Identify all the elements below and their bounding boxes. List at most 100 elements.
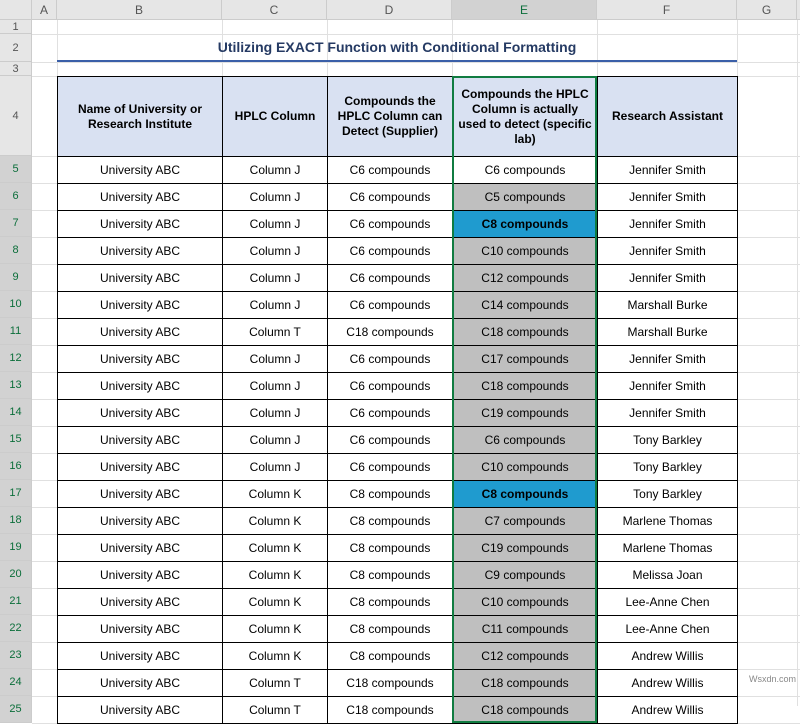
cell[interactable]: Marlene Thomas: [598, 535, 738, 562]
cell[interactable]: University ABC: [58, 265, 223, 292]
cell[interactable]: C6 compounds: [328, 400, 453, 427]
cell[interactable]: C6 compounds: [328, 265, 453, 292]
cell[interactable]: Jennifer Smith: [598, 238, 738, 265]
cell[interactable]: University ABC: [58, 616, 223, 643]
row-header-1[interactable]: 1: [0, 20, 31, 34]
cell[interactable]: C18 compounds: [453, 670, 598, 697]
cell[interactable]: Jennifer Smith: [598, 184, 738, 211]
cell[interactable]: Column J: [223, 265, 328, 292]
cell[interactable]: Column J: [223, 157, 328, 184]
cell[interactable]: Column K: [223, 643, 328, 670]
cell[interactable]: C8 compounds: [453, 481, 598, 508]
cell[interactable]: Jennifer Smith: [598, 346, 738, 373]
cell[interactable]: C12 compounds: [453, 265, 598, 292]
cell[interactable]: Column T: [223, 697, 328, 724]
col-header-a[interactable]: A: [32, 0, 57, 19]
cell[interactable]: Tony Barkley: [598, 427, 738, 454]
row-header-22[interactable]: 22: [0, 615, 31, 642]
cell[interactable]: C9 compounds: [453, 562, 598, 589]
cell[interactable]: University ABC: [58, 670, 223, 697]
cell[interactable]: C10 compounds: [453, 589, 598, 616]
cell[interactable]: C18 compounds: [328, 697, 453, 724]
row-header-17[interactable]: 17: [0, 480, 31, 507]
cell[interactable]: C18 compounds: [328, 319, 453, 346]
cell[interactable]: C8 compounds: [328, 616, 453, 643]
cell[interactable]: C6 compounds: [328, 238, 453, 265]
cell[interactable]: Jennifer Smith: [598, 157, 738, 184]
cell[interactable]: University ABC: [58, 427, 223, 454]
cell[interactable]: University ABC: [58, 319, 223, 346]
cell[interactable]: Marshall Burke: [598, 292, 738, 319]
cell[interactable]: C8 compounds: [328, 508, 453, 535]
cell[interactable]: C5 compounds: [453, 184, 598, 211]
cell[interactable]: Column K: [223, 508, 328, 535]
row-header-20[interactable]: 20: [0, 561, 31, 588]
cell[interactable]: C18 compounds: [328, 670, 453, 697]
cell[interactable]: Column J: [223, 184, 328, 211]
cell[interactable]: Marlene Thomas: [598, 508, 738, 535]
row-header-11[interactable]: 11: [0, 318, 31, 345]
cell[interactable]: Column K: [223, 481, 328, 508]
cell[interactable]: C11 compounds: [453, 616, 598, 643]
cell[interactable]: Jennifer Smith: [598, 211, 738, 238]
cell[interactable]: Column J: [223, 238, 328, 265]
cell[interactable]: C8 compounds: [328, 535, 453, 562]
cell[interactable]: Marshall Burke: [598, 319, 738, 346]
select-all-corner[interactable]: [0, 0, 32, 20]
cell[interactable]: C18 compounds: [453, 697, 598, 724]
cell[interactable]: C8 compounds: [328, 481, 453, 508]
table-header[interactable]: Research Assistant: [598, 77, 738, 157]
col-header-f[interactable]: F: [597, 0, 737, 19]
row-header-14[interactable]: 14: [0, 399, 31, 426]
cell[interactable]: Jennifer Smith: [598, 265, 738, 292]
cell[interactable]: C8 compounds: [328, 589, 453, 616]
col-header-e[interactable]: E: [452, 0, 597, 19]
row-header-4[interactable]: 4: [0, 76, 31, 156]
cell[interactable]: University ABC: [58, 292, 223, 319]
cell[interactable]: Column K: [223, 535, 328, 562]
cell[interactable]: University ABC: [58, 400, 223, 427]
row-header-21[interactable]: 21: [0, 588, 31, 615]
spreadsheet-grid[interactable]: Utilizing EXACT Function with Conditiona…: [32, 20, 800, 706]
cell[interactable]: University ABC: [58, 211, 223, 238]
cell[interactable]: Column J: [223, 427, 328, 454]
row-header-25[interactable]: 25: [0, 696, 31, 723]
cell[interactable]: University ABC: [58, 697, 223, 724]
cell[interactable]: C6 compounds: [328, 346, 453, 373]
cell[interactable]: C7 compounds: [453, 508, 598, 535]
cell[interactable]: C6 compounds: [328, 292, 453, 319]
cell[interactable]: C10 compounds: [453, 454, 598, 481]
table-header[interactable]: HPLC Column: [223, 77, 328, 157]
row-header-18[interactable]: 18: [0, 507, 31, 534]
row-header-16[interactable]: 16: [0, 453, 31, 480]
row-header-6[interactable]: 6: [0, 183, 31, 210]
row-header-10[interactable]: 10: [0, 291, 31, 318]
cell[interactable]: Column T: [223, 319, 328, 346]
cell[interactable]: Column J: [223, 346, 328, 373]
cell[interactable]: University ABC: [58, 589, 223, 616]
cell[interactable]: University ABC: [58, 481, 223, 508]
cell[interactable]: Jennifer Smith: [598, 400, 738, 427]
row-header-9[interactable]: 9: [0, 264, 31, 291]
cell[interactable]: Column T: [223, 670, 328, 697]
cell[interactable]: C6 compounds: [453, 427, 598, 454]
cell[interactable]: University ABC: [58, 643, 223, 670]
row-header-15[interactable]: 15: [0, 426, 31, 453]
cell[interactable]: Andrew Willis: [598, 643, 738, 670]
table-header[interactable]: Name of University or Research Institute: [58, 77, 223, 157]
row-header-5[interactable]: 5: [0, 156, 31, 183]
cell[interactable]: C6 compounds: [328, 454, 453, 481]
row-header-24[interactable]: 24: [0, 669, 31, 696]
table-header[interactable]: Compounds the HPLC Column is actually us…: [453, 77, 598, 157]
cell[interactable]: C10 compounds: [453, 238, 598, 265]
cell[interactable]: C8 compounds: [328, 562, 453, 589]
row-header-8[interactable]: 8: [0, 237, 31, 264]
row-header-19[interactable]: 19: [0, 534, 31, 561]
cell[interactable]: University ABC: [58, 157, 223, 184]
cell[interactable]: C12 compounds: [453, 643, 598, 670]
cell[interactable]: C8 compounds: [453, 211, 598, 238]
cell[interactable]: University ABC: [58, 562, 223, 589]
cell[interactable]: Column J: [223, 211, 328, 238]
cell[interactable]: C6 compounds: [328, 427, 453, 454]
cell[interactable]: C6 compounds: [328, 373, 453, 400]
